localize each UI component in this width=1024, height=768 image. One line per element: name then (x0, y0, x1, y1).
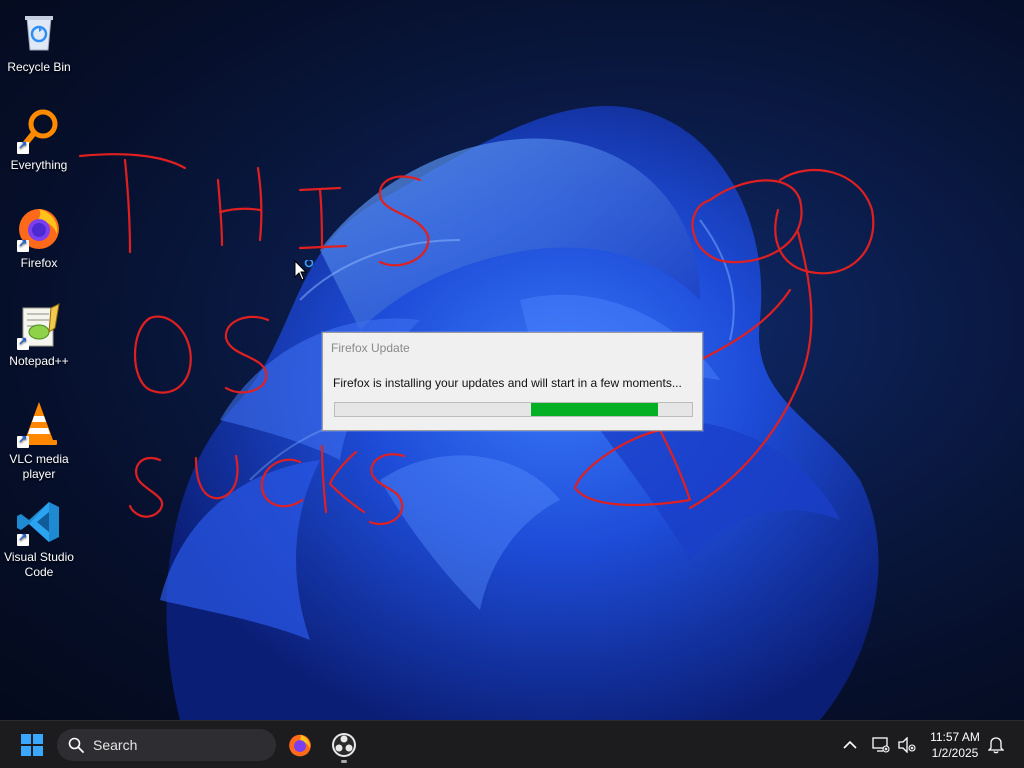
desktop-icon-label: Everything (10, 158, 68, 172)
desktop-icon-label: Notepad++ (9, 354, 69, 368)
vscode-icon (15, 498, 63, 546)
obs-taskbar-button[interactable] (324, 727, 364, 763)
shortcut-arrow-icon (17, 139, 29, 154)
search-icon (68, 737, 84, 753)
running-indicator (341, 760, 347, 763)
desktop-icon-vscode[interactable]: Visual Studio Code (2, 498, 76, 580)
vlc-icon (15, 400, 63, 448)
dialog-message: Firefox is installing your updates and w… (333, 376, 682, 390)
everything-search-icon (15, 106, 63, 154)
notification-bell-icon (988, 737, 1004, 754)
notifications-button[interactable] (978, 727, 1014, 763)
taskbar: Search 11:57 AM 1/2/2025 (0, 720, 1024, 768)
shortcut-arrow-icon (17, 433, 29, 448)
desktop-icon-label: Visual Studio Code (4, 550, 74, 579)
desktop-icon-recycle-bin[interactable]: Recycle Bin (2, 8, 76, 75)
firefox-icon (15, 204, 63, 252)
desktop-icon-everything[interactable]: Everything (2, 106, 76, 173)
desktop-icon-vlc[interactable]: VLC media player (2, 400, 76, 482)
recycle-bin-icon (15, 8, 63, 56)
desktop: Recycle Bin Everything Firefox (0, 0, 1024, 720)
desktop-icon-firefox[interactable]: Firefox (2, 204, 76, 271)
desktop-icon-notepad-plus-plus[interactable]: Notepad++ (2, 302, 76, 369)
desktop-icon-label: Firefox (20, 256, 58, 270)
notepad-plus-plus-icon (15, 302, 63, 350)
shortcut-arrow-icon (17, 531, 29, 546)
start-button[interactable] (12, 727, 52, 763)
mouse-cursor-busy-icon (294, 260, 314, 281)
desktop-icon-label: Recycle Bin (7, 60, 71, 74)
progress-bar-fill (531, 403, 659, 416)
chevron-up-icon (843, 740, 857, 749)
shortcut-arrow-icon (17, 335, 29, 350)
windows-start-icon (21, 734, 43, 756)
shortcut-arrow-icon (17, 237, 29, 252)
taskbar-search-box[interactable]: Search (57, 729, 276, 761)
update-progress-bar (334, 402, 693, 417)
dialog-title: Firefox Update (331, 341, 410, 355)
speaker-muted-icon (898, 737, 916, 753)
firefox-taskbar-icon (289, 734, 311, 757)
firefox-update-dialog[interactable]: Firefox Update Firefox is installing you… (322, 332, 703, 431)
firefox-taskbar-button[interactable] (280, 727, 320, 763)
desktop-icon-label: VLC media player (9, 452, 69, 481)
search-label: Search (93, 737, 138, 753)
obs-taskbar-icon (332, 733, 356, 757)
